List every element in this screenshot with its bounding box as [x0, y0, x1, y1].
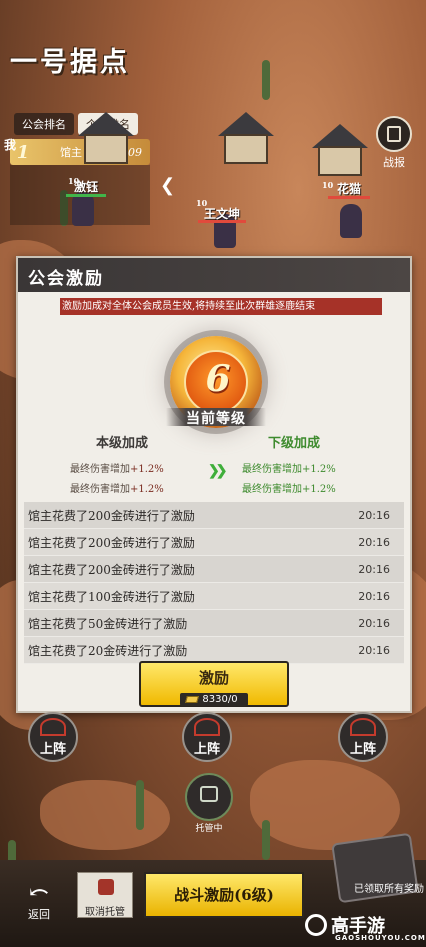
list-item: 馆主花费了200金砖进行了激励 20:16 [24, 529, 404, 556]
building [78, 112, 134, 164]
inspire-button[interactable]: 激励 8330/0 [139, 661, 289, 707]
battle-inspire-button[interactable]: 战斗激励(6级) [144, 872, 304, 918]
emblem-icon [350, 718, 376, 736]
emblem-icon [194, 718, 220, 736]
deploy-slot[interactable]: 上阵 [182, 712, 232, 762]
building [312, 124, 368, 176]
list-item: 馆主花费了50金砖进行了激励 20:16 [24, 610, 404, 637]
auto-manage-robot-icon[interactable] [185, 773, 233, 821]
building [218, 112, 274, 164]
cancel-auto-manage-button[interactable]: 取消托管 [77, 872, 133, 918]
my-rank-marker: 我 [4, 138, 17, 152]
list-item: 馆主花费了20金砖进行了激励 20:16 [24, 637, 404, 664]
battle-report-label: 战报 [383, 156, 405, 169]
deploy-slot[interactable]: 上阵 [28, 712, 78, 762]
unit-figure[interactable] [340, 204, 362, 238]
back-arrow-icon: ⤺ [28, 878, 50, 906]
report-icon [376, 116, 412, 152]
current-bonus-item: 最终伤害增加+1.2% [70, 464, 164, 475]
unit-level: 10 [322, 180, 334, 190]
battle-report-button[interactable]: 战报 [372, 116, 416, 169]
guild-inspire-dialog: 公会激励 激励加成对全体公会成员生效,将持续至此次群雄逐鹿结束 6 当前等级 本… [16, 256, 412, 713]
list-item: 馆主花费了200金砖进行了激励 20:16 [24, 502, 404, 529]
reward-status-label: 已领取所有奖励 [354, 884, 424, 895]
tab-guild-ranking[interactable]: 公会排名 [14, 113, 74, 135]
map-title: 一号据点 [10, 47, 130, 78]
auto-manage-status: 托管中 [195, 824, 223, 834]
current-level-number: 6 [205, 358, 231, 400]
list-item: 馆主花费了200金砖进行了激励 20:16 [24, 556, 404, 583]
back-button[interactable]: ⤺ 返回 [14, 878, 64, 924]
inspire-cost: 8330/0 [180, 693, 248, 706]
dialog-title: 公会激励 [18, 258, 410, 292]
double-chevron-right-icon: ❯❯ [208, 463, 228, 479]
watermark: 高手游 GAOSHOUYOU.COM [305, 912, 425, 942]
back-label: 返回 [28, 908, 50, 921]
robot-icon [98, 879, 114, 895]
unit-name: 激钰 [74, 180, 99, 194]
inspire-button-label: 激励 [198, 669, 229, 687]
unit-hp-bar [198, 220, 246, 223]
list-item: 馆主花费了100金砖进行了激励 20:16 [24, 583, 404, 610]
unit-name: 花猫 [337, 182, 362, 196]
unit-figure[interactable] [72, 192, 94, 226]
unit-hp-bar [66, 194, 106, 197]
current-bonus-item: 最终伤害增加+1.2% [70, 484, 164, 495]
next-bonus-header: 下级加成 [268, 436, 321, 451]
next-bonus-item: 最终伤害增加+1.2% [242, 464, 336, 475]
next-bonus-item: 最终伤害增加+1.2% [242, 484, 336, 495]
emblem-icon [40, 718, 66, 736]
gold-brick-icon [185, 696, 200, 703]
notice-banner: 激励加成对全体公会成员生效,将持续至此次群雄逐鹿结束 [60, 298, 382, 315]
deploy-slot[interactable]: 上阵 [338, 712, 388, 762]
inspire-log-list[interactable]: 馆主花费了200金砖进行了激励 20:16 馆主花费了200金砖进行了激励 20:1… [24, 502, 404, 664]
chevron-left-icon[interactable]: ❮ [160, 175, 175, 196]
brand-logo-icon [305, 914, 327, 936]
current-level-label: 当前等级 [186, 411, 246, 427]
current-bonus-header: 本级加成 [96, 436, 149, 451]
unit-hp-bar [328, 196, 370, 199]
